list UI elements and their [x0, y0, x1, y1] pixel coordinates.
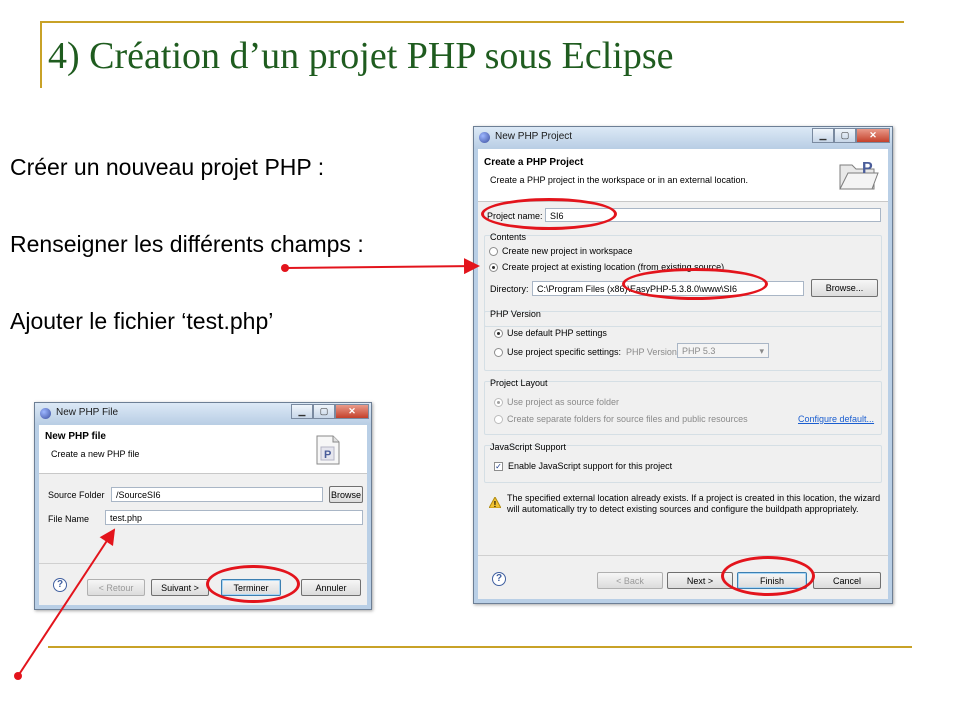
- arrow-to-project-dialog: [284, 258, 480, 275]
- annotation-arrows: [14, 258, 480, 680]
- arrow-origin-dot: [14, 672, 22, 680]
- arrow-origin-dot: [281, 264, 289, 272]
- arrow-to-file-name: [17, 528, 116, 677]
